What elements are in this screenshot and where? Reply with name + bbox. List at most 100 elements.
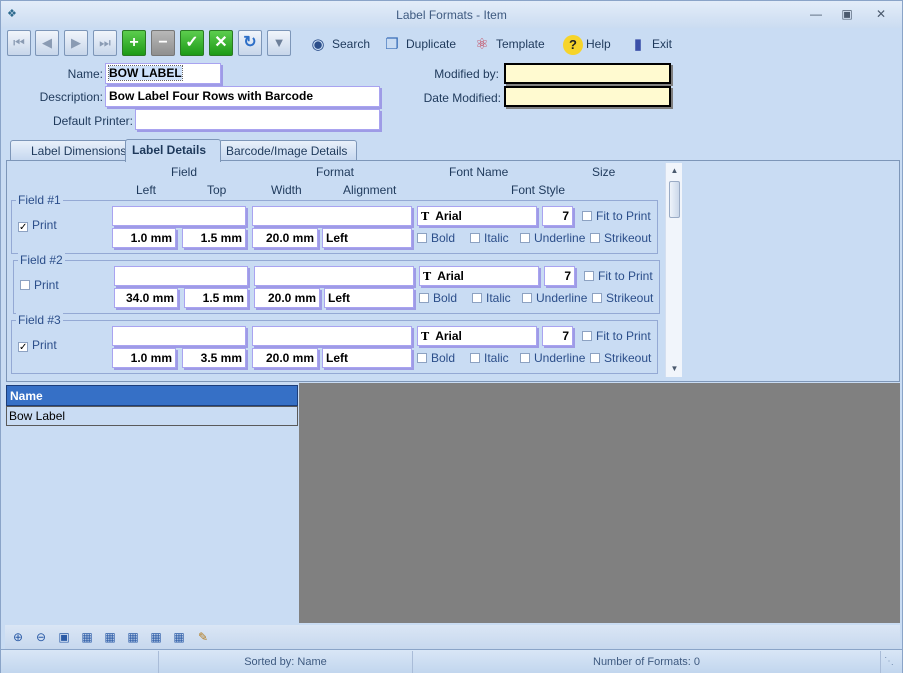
status-format-count: Number of Formats: 0: [413, 651, 881, 673]
field-2-width-input[interactable]: 20.0 mm: [254, 288, 320, 308]
field-3-format-input[interactable]: [252, 326, 412, 346]
list-header-name[interactable]: Name: [6, 385, 298, 406]
field-3-width-input[interactable]: 20.0 mm: [252, 348, 318, 368]
resize-grip-icon[interactable]: ⋱: [884, 656, 898, 670]
modified-by-field: [504, 63, 671, 84]
cancel-x-icon[interactable]: ✕: [209, 30, 233, 56]
field-3-bold-checkbox[interactable]: Bold: [417, 351, 455, 365]
previous-record-icon[interactable]: ◀: [35, 30, 59, 56]
field-3-strikeout-checkbox[interactable]: Strikeout: [590, 351, 651, 365]
field-3-left-input[interactable]: 1.0 mm: [112, 348, 176, 368]
grid-view-5-icon[interactable]: ▦: [171, 629, 187, 645]
field-2-format-input[interactable]: [254, 266, 414, 286]
binoculars-icon: ◉: [311, 35, 325, 53]
field-3-fit-checkbox[interactable]: Fit to Print: [582, 329, 651, 343]
truetype-font-icon: T: [423, 270, 432, 283]
field-2-strikeout-checkbox[interactable]: Strikeout: [592, 291, 653, 305]
field-2-italic-checkbox[interactable]: Italic: [472, 291, 511, 305]
preview-toolbar: ⊕ ⊖ ▣ ▦ ▦ ▦ ▦ ▦ ✎: [5, 625, 900, 649]
title-bar: ❖ Label Formats - Item — ▣ ✕: [1, 1, 902, 28]
grid-view-4-icon[interactable]: ▦: [148, 629, 164, 645]
description-label: Description:: [39, 90, 103, 104]
field-1-left-input[interactable]: 1.0 mm: [112, 228, 176, 248]
name-field[interactable]: BOW LABEL: [105, 63, 221, 84]
default-printer-field[interactable]: [135, 109, 380, 130]
field-1-top-input[interactable]: 1.5 mm: [182, 228, 246, 248]
label-details-grid: Field Format Font Name Size Left Top Wid…: [7, 163, 667, 377]
field-3-legend: Field #3: [16, 313, 63, 327]
field-1-fit-checkbox[interactable]: Fit to Print: [582, 209, 651, 223]
field-3-size-input[interactable]: 7: [542, 326, 573, 346]
tab-label-dimensions[interactable]: Label Dimensions: [10, 140, 128, 161]
exit-button[interactable]: ▮ Exit: [627, 32, 672, 56]
status-bar: Sorted by: Name Number of Formats: 0 ⋱: [1, 649, 902, 673]
delete-record-icon[interactable]: −: [151, 30, 175, 56]
tab-label-details[interactable]: Label Details: [125, 139, 221, 162]
minimize-button[interactable]: —: [806, 6, 826, 22]
field-2-left-input[interactable]: 34.0 mm: [114, 288, 178, 308]
details-scrollbar[interactable]: ▲ ▼: [665, 163, 682, 377]
exit-label: Exit: [652, 37, 673, 51]
add-record-icon[interactable]: +: [122, 30, 146, 56]
field-3-top-input[interactable]: 3.5 mm: [182, 348, 246, 368]
scroll-up-icon[interactable]: ▲: [666, 164, 683, 178]
help-button[interactable]: ? Help: [563, 32, 611, 56]
scroll-thumb[interactable]: [669, 181, 680, 218]
grid-view-2-icon[interactable]: ▦: [102, 629, 118, 645]
tab-barcode-image-details[interactable]: Barcode/Image Details: [219, 140, 357, 161]
field-1-field-input[interactable]: [112, 206, 246, 226]
field-2-underline-checkbox[interactable]: Underline: [522, 291, 587, 305]
search-button[interactable]: ◉ Search: [307, 32, 370, 56]
field-2-font-select[interactable]: T Arial: [419, 266, 539, 286]
field-1-width-input[interactable]: 20.0 mm: [252, 228, 318, 248]
field-1-print-checkbox[interactable]: ✓ Print: [18, 218, 57, 233]
field-2-bold-checkbox[interactable]: Bold: [419, 291, 457, 305]
field-3-print-checkbox[interactable]: ✓ Print: [18, 338, 57, 353]
first-record-icon[interactable]: ⏮: [7, 30, 31, 56]
field-1-strikeout-checkbox[interactable]: Strikeout: [590, 231, 651, 245]
refresh-icon[interactable]: ↻: [238, 30, 262, 56]
description-field[interactable]: Bow Label Four Rows with Barcode: [105, 86, 380, 107]
grid-view-1-icon[interactable]: ▦: [79, 629, 95, 645]
filter-icon[interactable]: ▼: [267, 30, 291, 56]
field-1-font-select[interactable]: T Arial: [417, 206, 537, 226]
field-2-size-input[interactable]: 7: [544, 266, 575, 286]
field-3-underline-checkbox[interactable]: Underline: [520, 351, 585, 365]
check-icon: ✓: [18, 342, 28, 353]
field-2-top-input[interactable]: 1.5 mm: [184, 288, 248, 308]
save-check-icon[interactable]: ✓: [180, 30, 204, 56]
maximize-button[interactable]: ▣: [837, 6, 857, 22]
field-3-field-input[interactable]: [112, 326, 246, 346]
last-record-icon[interactable]: ⏭: [93, 30, 117, 56]
field-3-font-select[interactable]: T Arial: [417, 326, 537, 346]
zoom-in-icon[interactable]: ⊕: [10, 629, 26, 645]
field-1-format-input[interactable]: [252, 206, 412, 226]
label-formats-window: ❖ Label Formats - Item — ▣ ✕ ⏮ ◀ ▶ ⏭ + −…: [0, 0, 903, 673]
template-button[interactable]: ⚛ Template: [471, 32, 544, 56]
edit-notes-icon[interactable]: ✎: [195, 629, 211, 645]
field-1-alignment-select[interactable]: Left: [322, 228, 412, 248]
field-1-underline-checkbox[interactable]: Underline: [520, 231, 585, 245]
field-1-size-input[interactable]: 7: [542, 206, 573, 226]
field-2-alignment-select[interactable]: Left: [324, 288, 414, 308]
header-font-name: Font Name: [449, 165, 509, 179]
status-cell-empty: [1, 651, 159, 673]
list-item[interactable]: Bow Label: [6, 406, 298, 426]
duplicate-button[interactable]: ❐ Duplicate: [381, 32, 456, 56]
exit-door-icon: ▮: [633, 35, 643, 53]
field-2-print-checkbox[interactable]: Print: [20, 278, 59, 292]
next-record-icon[interactable]: ▶: [64, 30, 88, 56]
page-view-icon[interactable]: ▣: [56, 629, 72, 645]
zoom-out-icon[interactable]: ⊖: [33, 629, 49, 645]
close-button[interactable]: ✕: [871, 6, 891, 22]
field-1-bold-checkbox[interactable]: Bold: [417, 231, 455, 245]
name-value: BOW LABEL: [108, 65, 183, 81]
scroll-down-icon[interactable]: ▼: [666, 362, 683, 376]
field-3-alignment-select[interactable]: Left: [322, 348, 412, 368]
field-1-italic-checkbox[interactable]: Italic: [470, 231, 509, 245]
field-3-italic-checkbox[interactable]: Italic: [470, 351, 509, 365]
field-2-field-input[interactable]: [114, 266, 248, 286]
header-top: Top: [207, 183, 227, 197]
field-2-fit-checkbox[interactable]: Fit to Print: [584, 269, 653, 283]
grid-view-3-icon[interactable]: ▦: [125, 629, 141, 645]
